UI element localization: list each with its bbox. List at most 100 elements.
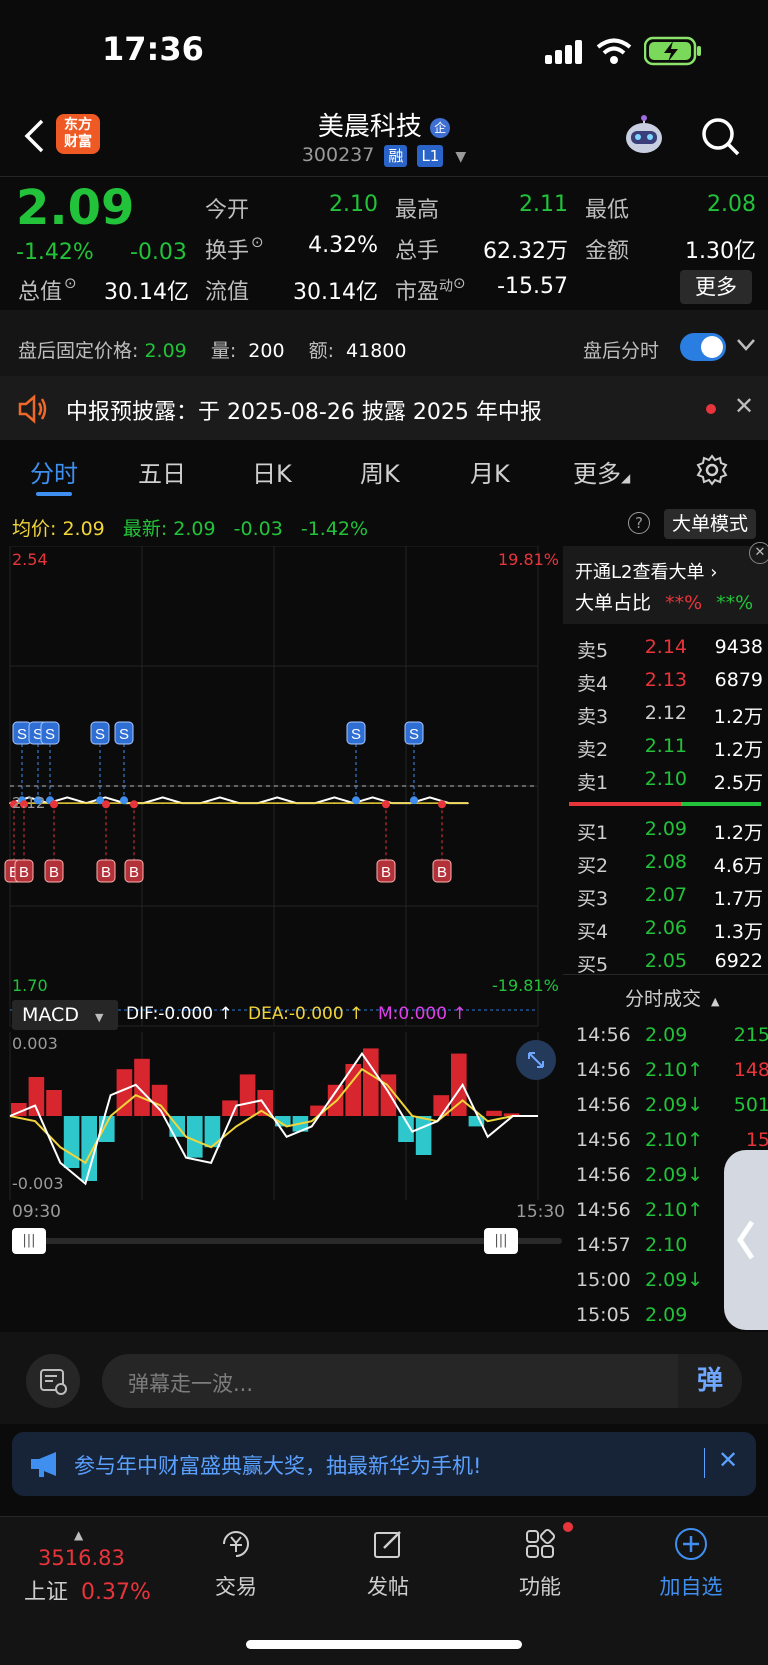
macd-bar <box>486 1110 502 1116</box>
tab-monthly-k[interactable]: 月K <box>470 454 510 489</box>
search-icon[interactable] <box>700 116 742 158</box>
avg-price-point <box>295 802 298 804</box>
pe-label: 市盈动⊙ <box>395 274 466 305</box>
buy-marker-dot <box>382 800 390 809</box>
expand-icon[interactable] <box>516 1040 556 1080</box>
tab-intraday[interactable]: 分时 <box>30 454 78 489</box>
ask-row[interactable]: 卖2 2.11 1.2万 <box>573 731 763 764</box>
trade-price: 2.09 <box>645 1024 688 1046</box>
avg-price-point <box>333 802 336 804</box>
price-line <box>9 796 468 805</box>
chevron-down-icon[interactable] <box>736 338 756 352</box>
macd-bar <box>63 1116 80 1168</box>
side-drawer-handle[interactable] <box>724 1150 768 1330</box>
volume-value: 62.32万 <box>483 239 568 264</box>
bid-volume: 1.3万 <box>713 921 763 943</box>
range-handle-left[interactable]: ||| <box>12 1228 46 1254</box>
price-point <box>371 796 374 799</box>
danmu-send-button[interactable]: 弹 <box>678 1354 742 1408</box>
macd-axis-bottom: -0.003 <box>12 1174 64 1193</box>
chart-info-bar: 均价: 2.09 最新: 2.09 -0.03 -1.42% ? 大单模式 <box>0 502 768 546</box>
nav-functions[interactable]: 功能 <box>480 1571 600 1601</box>
home-indicator <box>246 1640 522 1649</box>
avg-price-point <box>314 802 317 804</box>
caret-down-icon: ▼ <box>455 149 467 165</box>
bid-volume: 1.7万 <box>713 888 763 910</box>
ask-row[interactable]: 卖4 2.13 6879 <box>573 665 763 698</box>
close-icon[interactable]: ✕ <box>749 542 768 564</box>
bid-row[interactable]: 买1 2.09 1.2万 <box>573 814 763 847</box>
float-cap-label: 流值 <box>205 280 250 305</box>
trade-volume: 15 <box>745 1129 768 1151</box>
ask-label: 卖3 <box>577 706 609 728</box>
trade-time: 14:56 <box>576 1199 631 1221</box>
sell-marker-dot <box>120 796 128 805</box>
sell-marker-label: S <box>119 726 129 743</box>
danmu-input[interactable]: 弹幕走一波... 弹 <box>102 1354 742 1408</box>
tab-more[interactable]: 更多◢ <box>573 454 630 489</box>
after-hours-bar: 盘后固定价格: 2.09 量: 200 额: 41800 盘后分时 <box>0 310 768 376</box>
close-icon[interactable]: ✕ <box>734 392 754 420</box>
avg-price-point <box>238 802 240 804</box>
battery-icon <box>644 36 701 66</box>
indicator-selector[interactable]: MACD ▼ <box>12 1000 118 1030</box>
nav-add-watchlist[interactable]: 加自选 <box>631 1571 751 1601</box>
index-value[interactable]: 3516.83 <box>38 1546 125 1570</box>
ask-label: 卖1 <box>577 772 609 794</box>
ask-row[interactable]: 卖5 2.14 9438 <box>573 632 763 665</box>
buy-marker-dot <box>50 800 58 809</box>
after-hours-toggle[interactable] <box>680 333 726 361</box>
caret-up-icon: ▲ <box>74 1528 84 1542</box>
bid-row[interactable]: 买2 2.08 4.6万 <box>573 847 763 880</box>
tab-daily-k[interactable]: 日K <box>252 454 292 489</box>
reference-price-label: 2.12 <box>12 794 46 812</box>
dif-label: DIF:-0.000 ↑ <box>126 1004 233 1024</box>
ask-price: 2.12 <box>644 702 687 724</box>
trade-volume: 215 <box>733 1024 768 1046</box>
info-icon: ⊙ <box>251 233 264 251</box>
trades-header[interactable]: 分时成交 ▲ <box>625 984 719 1011</box>
more-button[interactable]: 更多 <box>680 270 752 304</box>
functions-grid-icon <box>526 1528 556 1558</box>
bid-row[interactable]: 买3 2.07 1.7万 <box>573 880 763 913</box>
bid-label: 买3 <box>577 888 609 910</box>
range-handle-right[interactable]: ||| <box>484 1228 518 1254</box>
tab-five-day[interactable]: 五日 <box>138 454 186 489</box>
notice-bar[interactable]: 中报预披露：于 2025-08-26 披露 2025 年中报 ✕ <box>0 376 768 440</box>
ask-label: 卖2 <box>577 739 609 761</box>
wifi-icon <box>596 38 632 64</box>
danmu-settings-icon[interactable] <box>26 1354 80 1408</box>
buy-marker-label: B <box>19 864 29 881</box>
macd-chart[interactable] <box>0 1032 563 1200</box>
last-price: 2.09 <box>16 180 135 236</box>
price-point <box>66 796 69 799</box>
big-order-mode-button[interactable]: 大单模式 <box>664 509 756 539</box>
ask-row[interactable]: 卖1 2.10 2.5万 <box>573 764 763 797</box>
intraday-chart[interactable]: S S S S S S SB B B B B B B <box>0 546 563 1036</box>
help-icon[interactable]: ? <box>628 512 650 534</box>
nav-trade[interactable]: 交易 <box>176 1571 296 1601</box>
trade-price: 2.10↑ <box>645 1059 704 1081</box>
settings-gear-icon[interactable] <box>696 454 728 486</box>
l2-banner[interactable]: 开通L2查看大单 › 大单占比 **% **% ✕ <box>563 542 768 624</box>
trade-price: 2.09↓ <box>645 1269 704 1291</box>
promo-banner[interactable]: 参与年中财富盛典赢大奖，抽最新华为手机! ✕ <box>12 1432 756 1496</box>
after-hours-toggle-label: 盘后分时 <box>583 340 660 362</box>
price-point <box>276 796 278 799</box>
nav-post[interactable]: 发帖 <box>328 1571 448 1601</box>
megaphone-icon <box>31 1452 56 1477</box>
bid-label: 买5 <box>577 954 609 976</box>
time-range-track <box>12 1238 562 1244</box>
tab-weekly-k[interactable]: 周K <box>360 454 400 489</box>
trade-time: 14:57 <box>576 1234 631 1256</box>
bid-row[interactable]: 买4 2.06 1.3万 <box>573 913 763 946</box>
macd-bar <box>239 1074 256 1116</box>
close-icon[interactable]: ✕ <box>718 1446 738 1474</box>
high-value: 2.11 <box>519 192 568 217</box>
ask-volume: 6879 <box>714 669 763 691</box>
quote-panel: 2.09 -1.42% -0.03 今开 2.10 最高 2.11 最低 2.0… <box>0 178 768 310</box>
robot-assistant-icon[interactable] <box>622 114 666 158</box>
buy-marker-dot <box>102 800 110 809</box>
ask-row[interactable]: 卖3 2.12 1.2万 <box>573 698 763 731</box>
index-name[interactable]: 上证 0.37% <box>24 1574 151 1606</box>
